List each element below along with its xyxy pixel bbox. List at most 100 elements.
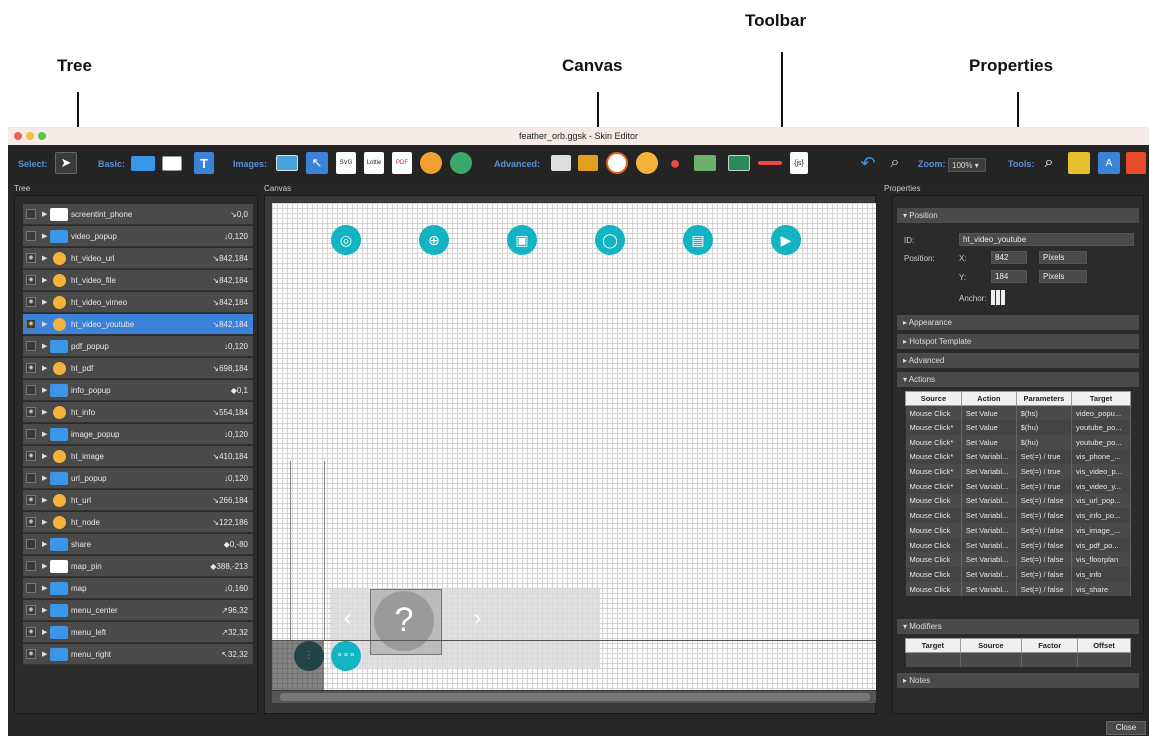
image-icon[interactable] <box>276 155 298 171</box>
eye-icon[interactable]: ◉ <box>26 253 36 263</box>
expand-arrow-icon[interactable]: ▶ <box>42 540 47 548</box>
cursor-image-icon[interactable]: ↖ <box>306 152 328 174</box>
tree-item[interactable]: ▶ info_popup ◆0,1 <box>23 380 253 401</box>
expand-arrow-icon[interactable]: ▶ <box>42 232 47 240</box>
canvas-hscroll-thumb[interactable] <box>280 693 870 701</box>
cloner-icon[interactable] <box>578 155 598 171</box>
eye-icon[interactable]: ◉ <box>26 605 36 615</box>
visibility-toggle[interactable] <box>26 385 36 395</box>
table-row[interactable]: Mouse Click Set Variabl... Set(=) / false v… <box>905 493 1131 509</box>
timeline-icon[interactable] <box>758 161 782 165</box>
notes-section-header[interactable]: ▸ Notes <box>897 673 1139 688</box>
hotspot-image-icon[interactable]: ▣ <box>507 225 537 255</box>
search-tool-icon[interactable]: ⌕ <box>1038 152 1060 174</box>
modifiers-column-header[interactable]: Factor <box>1021 638 1079 653</box>
table-row[interactable]: Mouse Click* Set Value $(hu) youtube_po... <box>905 420 1131 435</box>
eye-icon[interactable]: ◉ <box>26 517 36 527</box>
expand-arrow-icon[interactable]: ▶ <box>42 276 47 284</box>
orb-icon[interactable] <box>420 152 442 174</box>
table-row[interactable]: Mouse Click Set Value $(hs) video_popu... <box>905 405 1131 421</box>
expand-arrow-icon[interactable]: ▶ <box>42 320 47 328</box>
actions-column-header[interactable]: Action <box>960 391 1017 406</box>
table-row[interactable]: Mouse Click Set Variabl... Set(=) / false v… <box>905 567 1131 582</box>
visibility-toggle[interactable] <box>26 429 36 439</box>
map-icon[interactable] <box>694 155 716 171</box>
table-row[interactable]: Mouse Click Set Variabl... Set(=) / false v… <box>905 508 1131 523</box>
modifiers-column-header[interactable]: Offset <box>1077 638 1131 653</box>
tree-item[interactable]: ◉ ▶ ht_video_file ↘842,184 <box>23 270 253 291</box>
hotspot-info-icon[interactable]: ◯ <box>595 225 625 255</box>
eye-icon[interactable]: ◉ <box>26 319 36 329</box>
anchor-grid-icon[interactable] <box>991 290 1006 305</box>
tree-item[interactable]: ▶ pdf_popup ↓0,120 <box>23 336 253 357</box>
hotspot-url-icon[interactable]: ⊕ <box>419 225 449 255</box>
visibility-toggle[interactable] <box>26 231 36 241</box>
fire-tool-icon[interactable] <box>1126 152 1146 174</box>
eye-icon[interactable]: ◉ <box>26 495 36 505</box>
translate-tool-icon[interactable]: A <box>1098 152 1120 174</box>
eye-icon[interactable]: ◉ <box>26 451 36 461</box>
y-unit-select[interactable]: Pixels <box>1039 270 1087 283</box>
visibility-toggle[interactable] <box>26 473 36 483</box>
expand-arrow-icon[interactable]: ▶ <box>42 650 47 658</box>
hotspot-video-icon[interactable]: ▶ <box>771 225 801 255</box>
tree-item[interactable]: ▶ map_pin ◆388,-213 <box>23 556 253 577</box>
modifiers-section-header[interactable]: ▾ Modifiers <box>897 619 1139 634</box>
scrollarea-icon[interactable] <box>551 155 571 171</box>
color-tool-icon[interactable] <box>1068 152 1090 174</box>
map-pin-icon[interactable]: ● <box>666 152 684 174</box>
tree-item[interactable]: ▶ video_popup ↓0,120 <box>23 226 253 247</box>
undo-icon[interactable]: ↶ <box>858 152 878 174</box>
video-icon[interactable] <box>728 155 750 171</box>
expand-arrow-icon[interactable]: ▶ <box>42 254 47 262</box>
tree-item[interactable]: ▶ map ↓0,160 <box>23 578 253 599</box>
expand-arrow-icon[interactable]: ▶ <box>42 584 47 592</box>
tree-item[interactable]: ◉ ▶ ht_image ↘410,184 <box>23 446 253 467</box>
zoom-select[interactable]: 100% ▾ <box>948 158 986 172</box>
expand-arrow-icon[interactable]: ▶ <box>42 452 47 460</box>
id-field[interactable]: ht_video_youtube <box>959 233 1134 246</box>
expand-arrow-icon[interactable]: ▶ <box>42 430 47 438</box>
expand-arrow-icon[interactable]: ▶ <box>42 364 47 372</box>
svg-icon[interactable]: SVG <box>336 152 356 174</box>
appearance-section-header[interactable]: ▸ Appearance <box>897 315 1139 330</box>
tree-item[interactable]: ▶ url_popup ↓0,120 <box>23 468 253 489</box>
tree-item[interactable]: ◉ ▶ menu_center ↗96,32 <box>23 600 253 621</box>
table-row[interactable]: Mouse Click Set Variabl... Set(=) / false v… <box>905 552 1131 568</box>
position-section-header[interactable]: ▾ Position <box>897 208 1139 223</box>
table-row[interactable]: Mouse Click* Set Variabl... Set(=) / true v… <box>905 464 1131 479</box>
chevron-right-icon[interactable]: › <box>474 605 481 631</box>
table-row[interactable]: Mouse Click* Set Variabl... Set(=) / true v… <box>905 478 1131 494</box>
actions-column-header[interactable]: Source <box>905 391 962 406</box>
hotspot-template-section-header[interactable]: ▸ Hotspot Template <box>897 334 1139 349</box>
actions-column-header[interactable]: Parameters <box>1015 391 1073 406</box>
expand-arrow-icon[interactable]: ▶ <box>42 342 47 350</box>
tree-item[interactable]: ▶ screentint_phone ↘0,0 <box>23 204 253 225</box>
modifiers-column-header[interactable]: Source <box>959 638 1023 653</box>
code-js-icon[interactable]: {js} <box>790 152 808 174</box>
x-unit-select[interactable]: Pixels <box>1039 251 1087 264</box>
select-arrow-icon[interactable]: ➤ <box>55 152 77 174</box>
visibility-toggle[interactable] <box>26 209 36 219</box>
y-field[interactable]: 184 <box>991 270 1027 283</box>
compass-icon[interactable] <box>606 152 628 174</box>
hotspot-node-icon[interactable]: ◎ <box>331 225 361 255</box>
pdf-icon[interactable]: PDF <box>392 152 412 174</box>
advanced-section-header[interactable]: ▸ Advanced <box>897 353 1139 368</box>
expand-arrow-icon[interactable]: ▶ <box>42 518 47 526</box>
tree-item[interactable]: ◉ ▶ ht_video_youtube ↘842,184 <box>23 314 253 335</box>
tree-item[interactable]: ◉ ▶ ht_node ↘122,186 <box>23 512 253 533</box>
zoom-icon[interactable]: ⌕ <box>884 152 906 174</box>
expand-arrow-icon[interactable]: ▶ <box>42 210 47 218</box>
globe-icon[interactable] <box>450 152 472 174</box>
expand-arrow-icon[interactable]: ▶ <box>42 606 47 614</box>
tree-item[interactable]: ◉ ▶ menu_right ↖32,32 <box>23 644 253 665</box>
visibility-toggle[interactable] <box>26 539 36 549</box>
hotspot-icon[interactable] <box>636 152 658 174</box>
tree-item[interactable]: ◉ ▶ ht_url ↘266,184 <box>23 490 253 511</box>
eye-icon[interactable]: ◉ <box>26 275 36 285</box>
modifiers-column-header[interactable]: Target <box>905 638 961 653</box>
expand-arrow-icon[interactable]: ▶ <box>42 496 47 504</box>
actions-section-header[interactable]: ▾ Actions <box>897 372 1139 387</box>
text-icon[interactable]: T <box>194 152 214 174</box>
